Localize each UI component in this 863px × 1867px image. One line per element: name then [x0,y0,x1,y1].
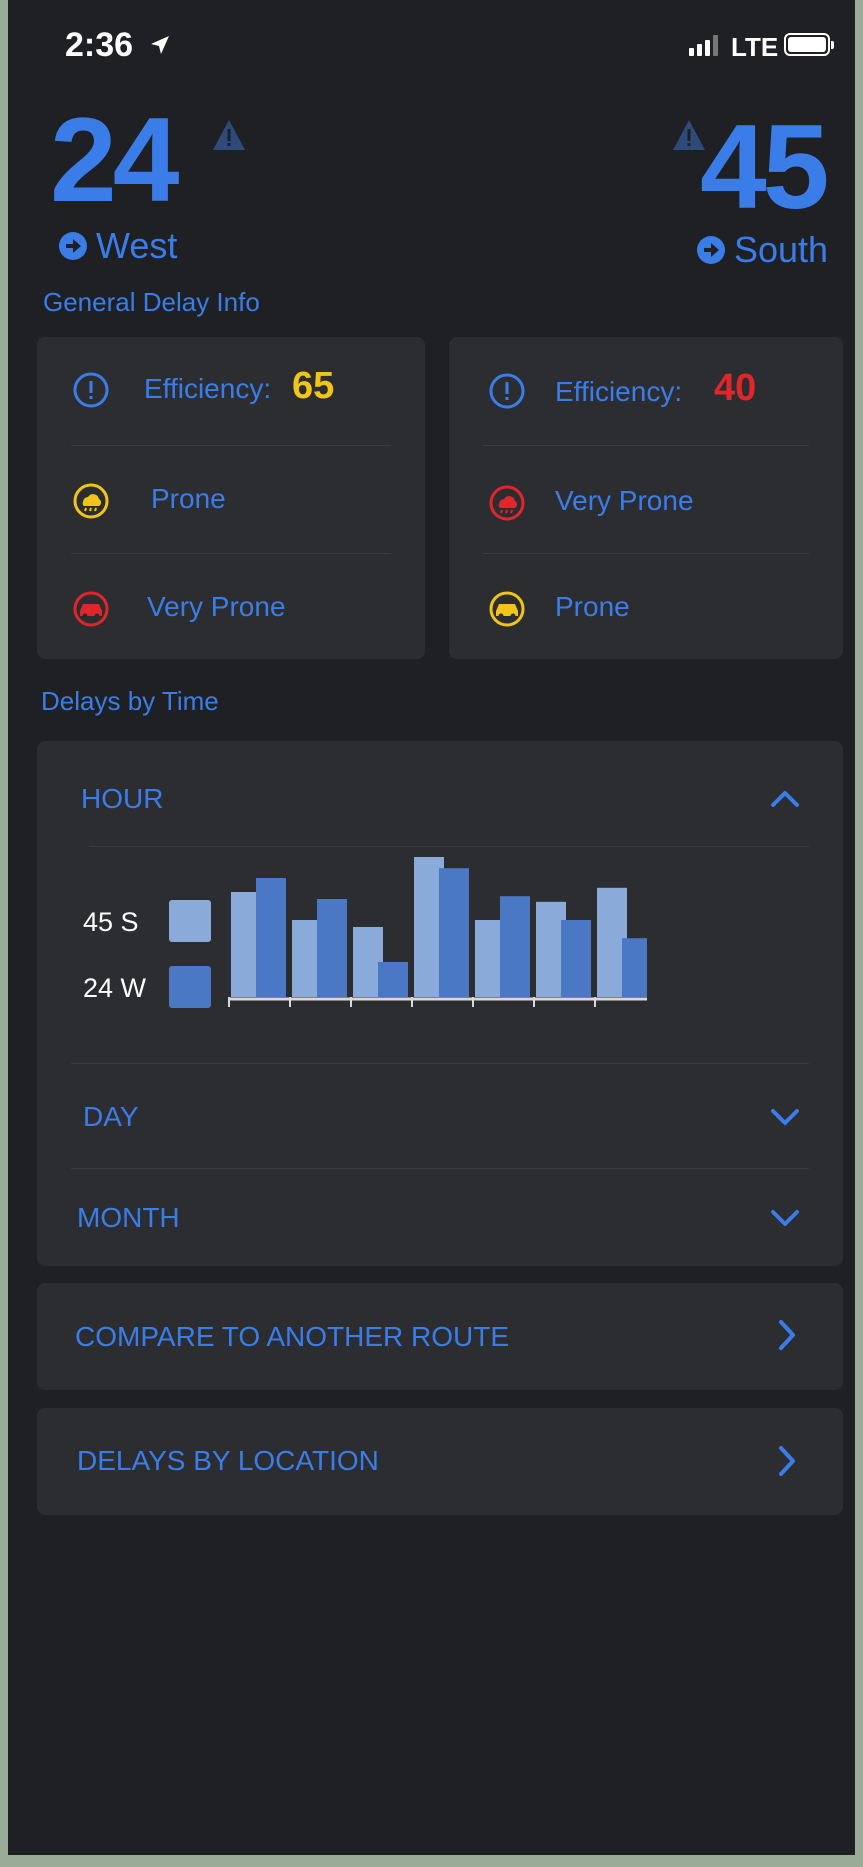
traffic-prone-label: Very Prone [147,591,286,622]
chevron-down-icon [771,1210,799,1226]
info-alert-icon [73,372,109,408]
compare-route-label: COMPARE TO ANOTHER ROUTE [75,1321,510,1352]
route-number-south[interactable]: 45 [700,107,829,227]
traffic-row: Prone [449,553,843,659]
weather-cloud-icon [73,483,109,519]
delays-by-location-label: DELAYS BY LOCATION [77,1445,379,1476]
weather-prone-label: Prone [151,483,226,514]
chart-bar [439,868,469,997]
arrow-circle-right-icon [697,236,725,264]
accordion-hour-title: HOUR [81,783,164,814]
weather-cloud-icon [489,485,525,521]
legend-label-24w: 24 W [83,973,147,1003]
direction-south-label: South [734,229,829,270]
weather-row: Very Prone [449,447,843,553]
accordion-hour[interactable]: HOUR [37,741,843,846]
chart-bar [317,899,347,997]
delays-by-time-card: HOUR 45 S 24 W 12pm3pm6pm DAY MONTH [37,741,843,1266]
efficiency-value: 40 [714,367,757,409]
car-icon [489,591,525,627]
chart-bar [378,962,408,997]
arrow-circle-right-icon [59,232,87,260]
direction-west[interactable]: West [58,225,177,267]
chart-bar [622,938,647,997]
delay-card-south[interactable]: Efficiency: 40 Very Prone Prone [449,337,843,659]
chevron-up-icon [771,791,799,807]
status-time: 2:36 [65,26,134,64]
chevron-down-icon [771,1109,799,1125]
info-alert-icon [489,373,525,409]
app-screen: 2:36 LTE 24 West 45 South General Delay … [8,0,855,1855]
warning-icon [213,120,245,150]
battery-icon [784,33,834,56]
accordion-month-title: MONTH [77,1202,180,1233]
direction-south[interactable]: South [696,229,828,271]
hourly-delay-chart: 12pm3pm6pm [228,857,647,1007]
efficiency-row: Efficiency: 40 [449,337,843,447]
accordion-month[interactable]: MONTH [37,1168,843,1266]
accordion-day-title: DAY [83,1101,139,1132]
efficiency-row: Efficiency: 65 [37,337,425,447]
chevron-right-icon [779,1320,795,1350]
weather-prone-label: Very Prone [555,485,694,516]
general-delay-heading: General Delay Info [43,287,260,317]
compare-route-button[interactable]: COMPARE TO ANOTHER ROUTE [37,1283,843,1390]
delays-by-location-button[interactable]: DELAYS BY LOCATION [37,1408,843,1515]
signal-strength-icon [689,34,718,56]
chart-bar [256,878,286,997]
weather-row: Prone [37,447,425,553]
legend-label-45s: 45 S [83,907,139,937]
direction-west-label: West [96,225,178,266]
chart-bar [561,920,591,997]
location-arrow-icon [151,36,169,54]
chart-bar [500,896,530,997]
network-type: LTE [731,32,779,62]
car-icon [73,591,109,627]
route-number-west[interactable]: 24 [50,100,179,220]
traffic-prone-label: Prone [555,591,630,622]
delay-card-west[interactable]: Efficiency: 65 Prone Very Prone [37,337,425,659]
efficiency-label: Efficiency: [555,376,683,407]
delays-by-time-heading: Delays by Time [41,686,219,716]
efficiency-label: Efficiency: [144,373,272,404]
traffic-row: Very Prone [37,553,425,659]
efficiency-value: 65 [292,365,335,407]
accordion-day[interactable]: DAY [37,1063,843,1168]
status-bar: 2:36 LTE [8,0,855,90]
chevron-right-icon [779,1446,795,1476]
